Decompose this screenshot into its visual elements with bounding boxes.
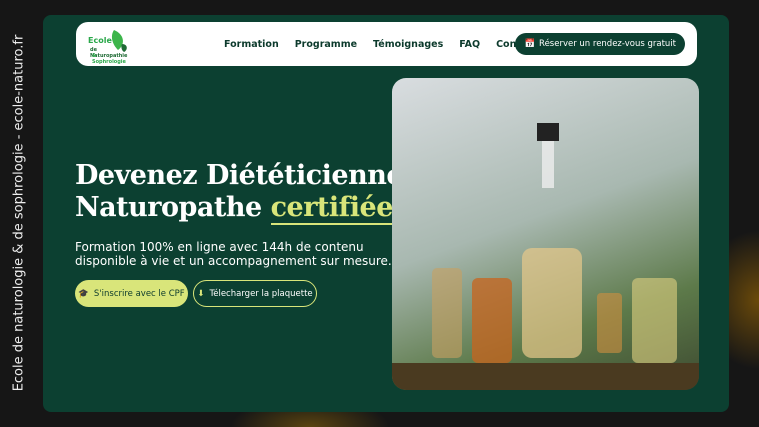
essential-oils-illustration xyxy=(392,123,699,390)
button-label: Télecharger la plaquette xyxy=(209,288,313,299)
title-line: Naturopathe xyxy=(75,192,262,223)
subtitle-line: Formation 100% en ligne avec 144h de con… xyxy=(75,240,364,254)
calendar-icon: 📅 xyxy=(524,39,536,49)
logo-text: & Sophrologie xyxy=(92,53,126,65)
hero-image xyxy=(392,78,699,390)
graduation-cap-icon: 🎓 xyxy=(78,288,89,299)
logo-text: Ecole xyxy=(88,36,112,45)
logo[interactable]: Ecole de Naturopathie & Sophrologie xyxy=(88,28,130,65)
side-caption: Ecole de naturologie & de sophrologie - … xyxy=(11,34,27,392)
book-appointment-button[interactable]: 📅 Réserver un rendez-vous gratuit xyxy=(515,33,685,55)
nav-temoignages[interactable]: Témoignages xyxy=(373,39,443,50)
title-line: Devenez Diététicienne xyxy=(75,160,404,191)
page-title: Devenez Diététicienne Naturopathe certif… xyxy=(75,160,404,225)
subtitle: Formation 100% en ligne avec 144h de con… xyxy=(75,240,392,268)
hero-card: Ecole de Naturopathie & Sophrologie Form… xyxy=(43,15,729,412)
title-highlight: certifiée xyxy=(270,192,393,225)
nav-programme[interactable]: Programme xyxy=(295,39,357,50)
nav-faq[interactable]: FAQ xyxy=(459,39,480,50)
download-icon: ⬇ xyxy=(197,288,205,299)
button-label: Réserver un rendez-vous gratuit xyxy=(539,39,676,49)
cpf-signup-button[interactable]: 🎓 S'inscrire avec le CPF xyxy=(75,280,188,307)
navbar: Ecole de Naturopathie & Sophrologie Form… xyxy=(76,22,697,66)
nav-formation[interactable]: Formation xyxy=(224,39,279,50)
subtitle-line: disponible à vie et un accompagnement su… xyxy=(75,253,392,268)
download-brochure-button[interactable]: ⬇ Télecharger la plaquette xyxy=(193,280,317,307)
button-label: S'inscrire avec le CPF xyxy=(93,288,185,299)
